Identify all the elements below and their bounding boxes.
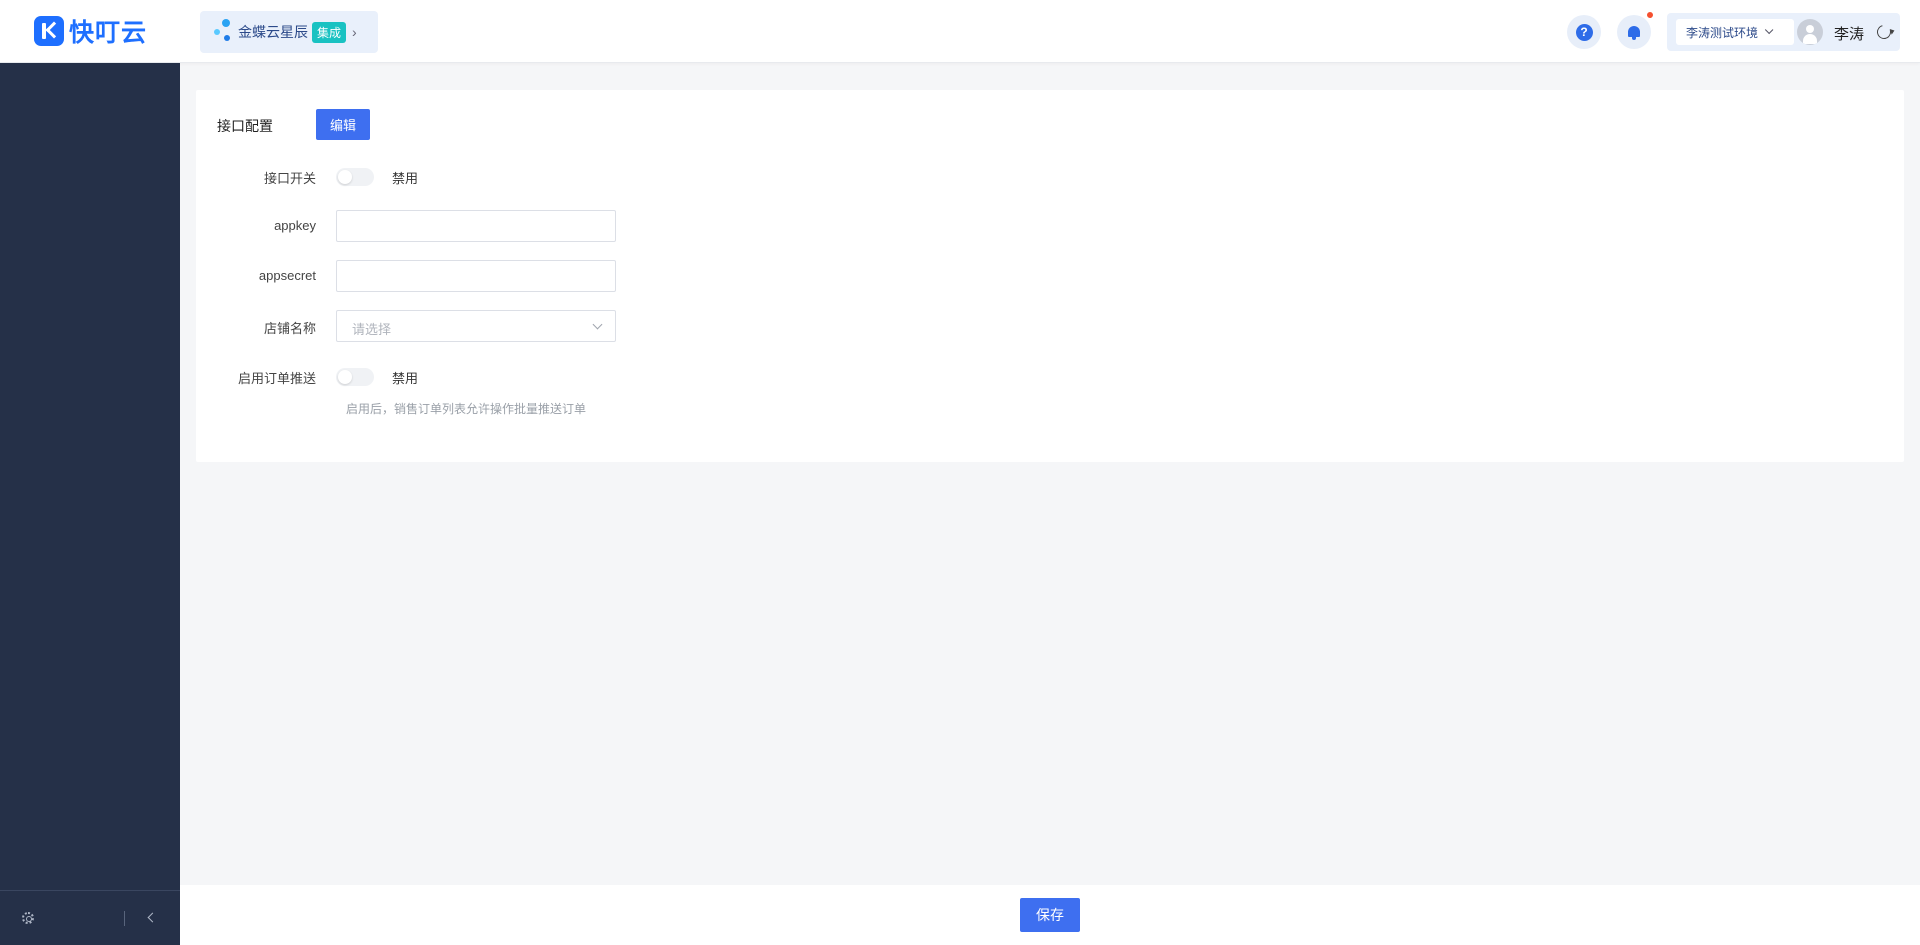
shop-name-row: 店铺名称 请选择 — [196, 310, 896, 342]
logo-icon — [34, 16, 64, 46]
logo[interactable]: 快叮云 — [34, 15, 147, 47]
api-switch-state: 禁用 — [392, 171, 419, 186]
appkey-row: appkey — [196, 210, 896, 242]
bottom-action-bar: 保存 — [180, 885, 1920, 945]
shop-name-select[interactable]: 请选择 — [336, 310, 616, 342]
logo-text: 快叮云 — [69, 19, 148, 47]
refresh-icon[interactable] — [1874, 22, 1894, 42]
shop-name-placeholder: 请选择 — [352, 322, 392, 337]
notification-button[interactable] — [1617, 15, 1651, 49]
gear-icon[interactable] — [22, 912, 34, 924]
collapse-sidebar-icon[interactable] — [147, 912, 158, 923]
integration-badge: 集成 — [312, 21, 347, 43]
sidebar-footer — [0, 890, 180, 945]
appkey-input[interactable] — [336, 210, 616, 242]
user-name[interactable]: 李涛 — [1834, 23, 1864, 44]
order-push-hint: 启用后，销售订单列表允许操作批量推送订单 — [346, 402, 587, 416]
order-push-toggle[interactable] — [336, 368, 374, 386]
api-switch-toggle[interactable] — [336, 168, 374, 186]
order-push-row: 启用订单推送 禁用 — [196, 360, 896, 392]
app-name: 金蝶云星辰 — [238, 24, 308, 40]
bell-icon — [1627, 25, 1641, 40]
appsecret-label: appsecret — [258, 268, 316, 283]
save-button[interactable]: 保存 — [1020, 898, 1080, 932]
config-card: 接口配置 编辑 接口开关 禁用 appkey appsecret 店铺名称 请选… — [196, 90, 1904, 462]
appsecret-input[interactable] — [336, 260, 616, 292]
section-title: 接口配置 — [217, 118, 273, 134]
environment-select[interactable]: 李涛测试环境 — [1676, 19, 1794, 45]
appsecret-row: appsecret — [196, 260, 896, 292]
notification-dot — [1647, 12, 1653, 18]
user-panel: 李涛测试环境 李涛 — [1667, 13, 1900, 51]
shop-name-label: 店铺名称 — [263, 321, 316, 336]
order-push-state: 禁用 — [392, 371, 419, 386]
divider — [124, 911, 125, 926]
chevron-down-icon — [592, 319, 603, 330]
avatar[interactable] — [1797, 19, 1823, 45]
chevron-right-icon: › — [352, 24, 357, 40]
app-switcher[interactable]: 金蝶云星辰 集成 › — [200, 11, 378, 53]
sidebar — [0, 63, 180, 945]
help-icon: ? — [1575, 23, 1593, 41]
chevron-down-icon — [1764, 25, 1774, 35]
api-switch-label: 接口开关 — [263, 171, 316, 186]
help-button[interactable]: ? — [1567, 15, 1601, 49]
top-header: 快叮云 金蝶云星辰 集成 › ? 李涛测试环境 李涛 — [0, 0, 1920, 63]
environment-label: 李涛测试环境 — [1686, 25, 1759, 40]
appkey-label: appkey — [274, 218, 316, 233]
api-switch-row: 接口开关 禁用 — [196, 160, 896, 192]
order-push-label: 启用订单推送 — [237, 371, 316, 386]
app-dots-icon — [214, 19, 234, 45]
edit-button[interactable]: 编辑 — [316, 109, 370, 140]
